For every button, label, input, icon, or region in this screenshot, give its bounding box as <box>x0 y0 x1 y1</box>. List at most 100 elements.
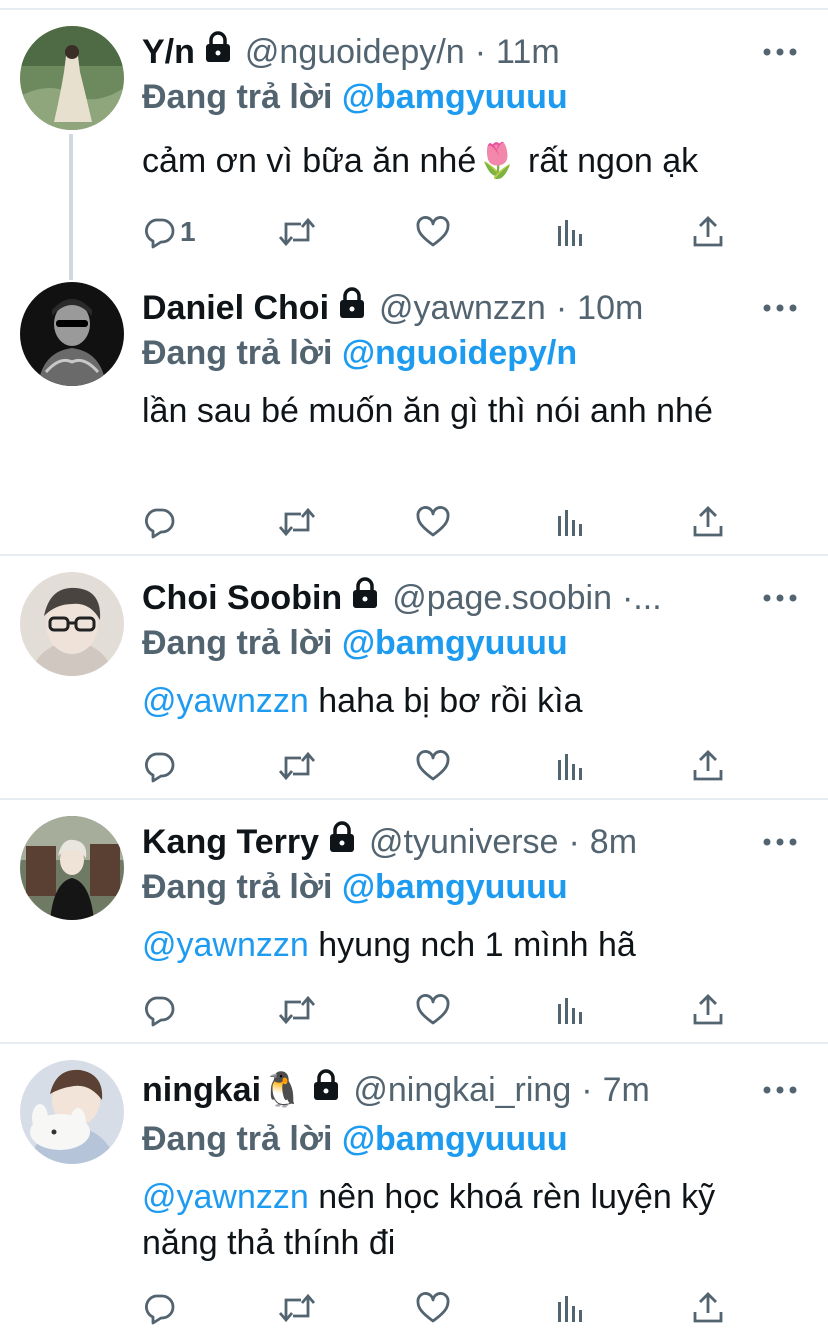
tweet-mention[interactable]: @yawnzzn <box>142 682 309 720</box>
share-button[interactable] <box>692 1288 724 1328</box>
views-button[interactable] <box>556 1288 586 1328</box>
reply-count: 1 <box>180 216 196 247</box>
replying-to-handle[interactable]: @nguoidepy/n <box>342 334 577 372</box>
avatar[interactable] <box>20 26 124 130</box>
share-icon <box>692 994 724 1026</box>
retweet-button[interactable] <box>278 990 316 1030</box>
replying-to-handle[interactable]: @bamgyuuuu <box>342 1120 568 1158</box>
more-icon[interactable] <box>760 30 800 74</box>
action-bar <box>142 502 742 542</box>
share-icon <box>692 750 724 782</box>
lock-icon <box>350 576 380 620</box>
avatar[interactable] <box>20 1060 124 1164</box>
reply-button[interactable] <box>142 746 176 786</box>
handle[interactable]: @nguoidepy/n <box>245 30 465 74</box>
views-button[interactable] <box>556 990 586 1030</box>
reply-button[interactable] <box>142 990 176 1030</box>
avatar[interactable] <box>20 282 124 386</box>
heart-icon <box>416 1292 450 1324</box>
retweet-icon <box>278 215 316 249</box>
views-button[interactable] <box>556 502 586 542</box>
lock-icon <box>311 1068 341 1112</box>
share-icon <box>692 216 724 248</box>
tweet-mention[interactable]: @yawnzzn <box>142 926 309 964</box>
tweet-text: cảm ơn vì bữa ăn nhé🌷 rất ngon ạk <box>142 138 798 184</box>
timestamp[interactable]: 11m <box>496 30 560 74</box>
tweet-header: Kang Terry @tyuniverse · 8m <box>142 820 828 864</box>
more-icon[interactable] <box>760 1068 800 1112</box>
tweet-body: hyung nch 1 mình hã <box>318 926 636 964</box>
timestamp[interactable]: 8m <box>590 820 637 864</box>
lock-icon <box>327 820 357 864</box>
retweet-icon <box>278 505 316 539</box>
display-name[interactable]: Choi Soobin <box>142 576 342 620</box>
lock-icon <box>337 286 367 330</box>
handle[interactable]: @tyuniverse <box>369 820 558 864</box>
retweet-icon <box>278 993 316 1027</box>
share-button[interactable] <box>692 746 724 786</box>
replying-to: Đang trả lời @bamgyuuuu <box>142 621 568 665</box>
timestamp[interactable]: 10m <box>577 286 643 330</box>
retweet-button[interactable] <box>278 212 316 252</box>
views-button[interactable] <box>556 212 586 252</box>
replying-to-label: Đang trả lời <box>142 624 333 662</box>
analytics-icon <box>556 1292 586 1324</box>
more-icon[interactable] <box>760 576 800 620</box>
retweet-button[interactable] <box>278 502 316 542</box>
display-name[interactable]: Y/n <box>142 30 195 74</box>
analytics-icon <box>556 994 586 1026</box>
views-button[interactable] <box>556 746 586 786</box>
avatar[interactable] <box>20 816 124 920</box>
replying-to-handle[interactable]: @bamgyuuuu <box>342 624 568 662</box>
replying-to: Đang trả lời @bamgyuuuu <box>142 1117 568 1161</box>
replying-to-handle[interactable]: @bamgyuuuu <box>342 78 568 116</box>
reply-button[interactable] <box>142 502 176 542</box>
handle[interactable]: @ningkai_ring <box>353 1068 571 1112</box>
share-button[interactable] <box>692 212 724 252</box>
timestamp[interactable]: 7m <box>603 1068 650 1112</box>
display-name[interactable]: ningkai🐧 <box>142 1068 303 1112</box>
retweet-icon <box>278 1291 316 1325</box>
share-button[interactable] <box>692 990 724 1030</box>
handle[interactable]: @page.soobin <box>392 576 612 620</box>
retweet-button[interactable] <box>278 1288 316 1328</box>
tweet-body: lần sau bé muốn ăn gì thì nói anh nhé <box>142 392 713 430</box>
like-button[interactable] <box>416 746 450 786</box>
replying-to-label: Đang trả lời <box>142 868 333 906</box>
reply-button[interactable] <box>142 1288 176 1328</box>
share-button[interactable] <box>692 502 724 542</box>
like-button[interactable] <box>416 502 450 542</box>
replying-to: Đang trả lời @bamgyuuuu <box>142 75 568 119</box>
reply-button[interactable]: 1 <box>142 212 196 252</box>
avatar[interactable] <box>20 572 124 676</box>
action-bar: 1 <box>142 212 742 252</box>
more-icon[interactable] <box>760 286 800 330</box>
like-button[interactable] <box>416 212 450 252</box>
like-button[interactable] <box>416 1288 450 1328</box>
handle[interactable]: @yawnzzn <box>379 286 546 330</box>
display-name[interactable]: Daniel Choi <box>142 286 329 330</box>
display-name[interactable]: Kang Terry <box>142 820 319 864</box>
tweet-header: Daniel Choi @yawnzzn · 10m <box>142 286 828 330</box>
share-icon <box>692 1292 724 1324</box>
action-bar <box>142 1288 742 1328</box>
lock-icon <box>203 30 233 74</box>
tweet[interactable]: ningkai🐧 @ningkai_ring · 7m Đang trả lời… <box>0 1044 828 1334</box>
tweet[interactable]: Y/n @nguoidepy/n · 11m Đang trả lời @bam… <box>0 0 828 282</box>
analytics-icon <box>556 216 586 248</box>
tweet-text: @yawnzzn haha bị bơ rồi kìa <box>142 678 798 724</box>
retweet-icon <box>278 749 316 783</box>
action-bar <box>142 990 742 1030</box>
reply-icon <box>142 505 176 539</box>
retweet-button[interactable] <box>278 746 316 786</box>
tweet[interactable]: Choi Soobin @page.soobin ·... Đang trả l… <box>0 556 828 798</box>
tweet[interactable]: Daniel Choi @yawnzzn · 10m Đang trả lời … <box>0 270 828 554</box>
tweet-header: Choi Soobin @page.soobin ·... <box>142 576 748 620</box>
more-icon[interactable] <box>760 820 800 864</box>
tweet[interactable]: Kang Terry @tyuniverse · 8m Đang trả lời… <box>0 800 828 1042</box>
replying-to-handle[interactable]: @bamgyuuuu <box>342 868 568 906</box>
timestamp[interactable]: ·... <box>622 576 662 620</box>
heart-icon <box>416 506 450 538</box>
tweet-mention[interactable]: @yawnzzn <box>142 1178 309 1216</box>
like-button[interactable] <box>416 990 450 1030</box>
